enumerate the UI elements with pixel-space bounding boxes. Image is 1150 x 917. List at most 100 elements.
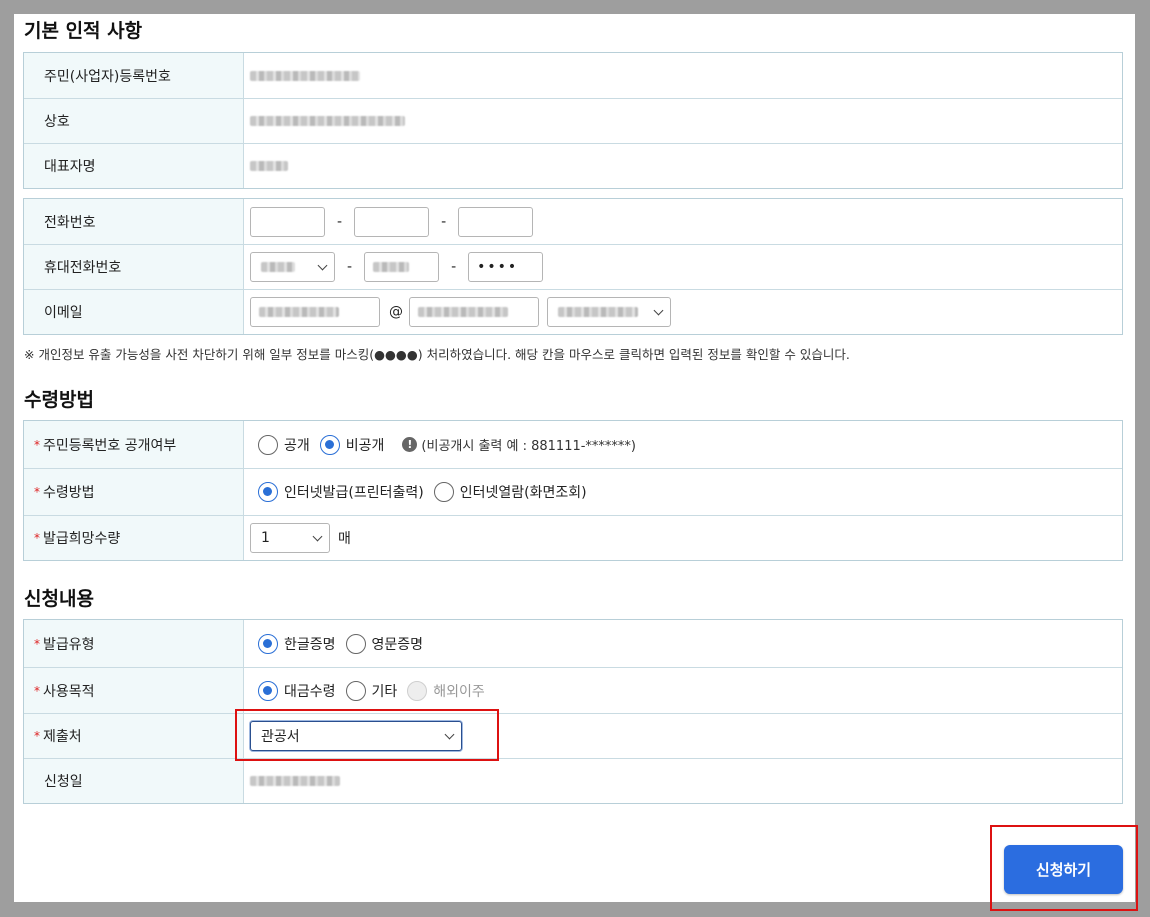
date-masked-value — [250, 776, 340, 786]
radio-label: 비공개 — [345, 437, 385, 454]
masked-value — [418, 307, 508, 317]
qty-unit: 매 — [338, 531, 351, 547]
purpose-label: * 사용목적 — [24, 668, 244, 713]
purpose-label-text: 사용목적 — [43, 683, 95, 700]
email-domain-select[interactable] — [547, 297, 671, 327]
radio-circle-disabled — [407, 680, 428, 701]
mobile-label: 휴대전화번호 — [24, 245, 244, 289]
contact-table: 전화번호 - - 휴대전화번호 - - •••• 이메일 @ — [23, 198, 1123, 335]
phone-part2-input[interactable] — [354, 206, 430, 237]
dash-separator: - — [451, 259, 457, 275]
request-table: * 발급유형 한글증명 영문증명 * 사용목적 대금수령 기타 해외이주 * 제출처 … — [23, 619, 1123, 804]
masked-value — [259, 307, 339, 317]
at-sign: @ — [389, 304, 403, 320]
disclose-label: * 주민등록번호 공개여부 — [24, 421, 244, 468]
radio-circle[interactable] — [345, 680, 366, 701]
basic-info-table: 주민(사업자)등록번호 상호 대표자명 — [23, 52, 1123, 189]
qty-label-text: 발급희망수량 — [43, 531, 121, 547]
phone-label: 전화번호 — [24, 199, 244, 244]
table-row: 이메일 @ — [24, 289, 1122, 334]
method-label-text: 수령방법 — [43, 485, 95, 501]
radio-disclose-private[interactable]: 비공개 — [319, 434, 385, 455]
radio-method-view[interactable]: 인터넷열람(화면조회) — [433, 482, 587, 502]
section-title-receive: 수령방법 — [24, 389, 94, 411]
masked-value — [558, 307, 638, 317]
masked-value — [373, 262, 410, 272]
table-row: * 제출처 관공서 — [24, 713, 1122, 758]
required-star: * — [34, 683, 40, 698]
method-label: * 수령방법 — [24, 469, 244, 515]
radio-purpose-emigration: 해외이주 — [407, 680, 485, 701]
qty-select[interactable]: 1 — [250, 523, 330, 553]
date-label: 신청일 — [24, 759, 244, 803]
table-row: 휴대전화번호 - - •••• — [24, 244, 1122, 289]
mobile-last-input[interactable]: •••• — [468, 252, 544, 282]
radio-label: 영문증명 — [371, 636, 424, 653]
section-title-request: 신청내용 — [24, 588, 94, 610]
required-star: * — [34, 485, 40, 499]
company-label: 상호 — [24, 99, 244, 143]
required-star: * — [34, 531, 40, 545]
radio-label: 기타 — [371, 683, 398, 700]
disclose-hint: (비공개시 출력 예 : 881111-*******) — [421, 439, 636, 454]
disclose-label-text: 주민등록번호 공개여부 — [43, 437, 177, 454]
section-title-basic: 기본 인적 사항 — [24, 20, 143, 42]
receive-table: * 주민등록번호 공개여부 공개 비공개 ! (비공개시 출력 예 : 88111… — [23, 420, 1123, 561]
mobile-prefix-select[interactable] — [250, 252, 335, 282]
table-row: * 발급희망수량 1 매 — [24, 515, 1122, 560]
table-row: * 사용목적 대금수령 기타 해외이주 — [24, 667, 1122, 713]
table-row: 대표자명 — [24, 143, 1122, 188]
radio-circle[interactable] — [258, 482, 278, 502]
dash-separator: - — [337, 213, 343, 230]
apply-button[interactable]: 신청하기 — [1004, 845, 1123, 894]
qty-value: 1 — [261, 530, 270, 546]
radio-circle[interactable] — [258, 680, 278, 701]
submit-to-label-text: 제출처 — [43, 729, 82, 745]
radio-purpose-payment[interactable]: 대금수령 — [258, 680, 336, 701]
company-masked-value — [250, 116, 405, 126]
highlight-submit-to — [235, 709, 499, 761]
radio-circle[interactable] — [258, 434, 278, 455]
type-label: * 발급유형 — [24, 620, 244, 667]
ceo-label: 대표자명 — [24, 144, 244, 188]
table-row: 상호 — [24, 98, 1122, 143]
table-row: * 주민등록번호 공개여부 공개 비공개 ! (비공개시 출력 예 : 88111… — [24, 421, 1122, 468]
radio-method-print[interactable]: 인터넷발급(프린터출력) — [258, 482, 424, 502]
phone-part3-input[interactable] — [458, 206, 534, 237]
radio-label: 대금수령 — [284, 683, 336, 700]
mobile-middle-input[interactable] — [364, 252, 440, 282]
radio-label: 공개 — [284, 437, 310, 454]
radio-circle[interactable] — [433, 482, 454, 502]
masked-value — [261, 262, 295, 272]
rrn-label: 주민(사업자)등록번호 — [24, 53, 244, 98]
qty-label: * 발급희망수량 — [24, 516, 244, 560]
masking-notice: ※ 개인정보 유출 가능성을 사전 차단하기 위해 일부 정보를 마스킹(●●●… — [24, 347, 850, 362]
dash-separator: - — [441, 213, 447, 230]
table-row: 전화번호 - - — [24, 199, 1122, 244]
chevron-down-icon — [317, 260, 328, 270]
email-id-input[interactable] — [250, 297, 380, 327]
required-star: * — [34, 437, 40, 452]
radio-label: 인터넷열람(화면조회) — [459, 485, 587, 501]
radio-circle[interactable] — [345, 633, 366, 654]
radio-disclose-public[interactable]: 공개 — [258, 434, 310, 455]
radio-circle[interactable] — [319, 434, 340, 455]
radio-purpose-other[interactable]: 기타 — [345, 680, 398, 701]
radio-label: 해외이주 — [433, 683, 485, 700]
required-star: * — [34, 729, 40, 743]
table-row: 신청일 — [24, 758, 1122, 803]
radio-type-english[interactable]: 영문증명 — [345, 633, 424, 654]
table-row: * 발급유형 한글증명 영문증명 — [24, 620, 1122, 667]
radio-label: 인터넷발급(프린터출력) — [284, 485, 424, 501]
rrn-masked-value — [250, 70, 360, 81]
dash-separator: - — [347, 259, 353, 275]
chevron-down-icon — [653, 305, 664, 315]
required-star: * — [34, 636, 40, 651]
radio-label: 한글증명 — [284, 636, 336, 653]
chevron-down-icon — [312, 531, 323, 541]
info-icon: ! — [402, 437, 418, 452]
radio-circle[interactable] — [258, 633, 278, 654]
email-domain-input[interactable] — [409, 297, 539, 327]
phone-part1-input[interactable] — [250, 206, 325, 237]
radio-type-korean[interactable]: 한글증명 — [258, 633, 336, 654]
